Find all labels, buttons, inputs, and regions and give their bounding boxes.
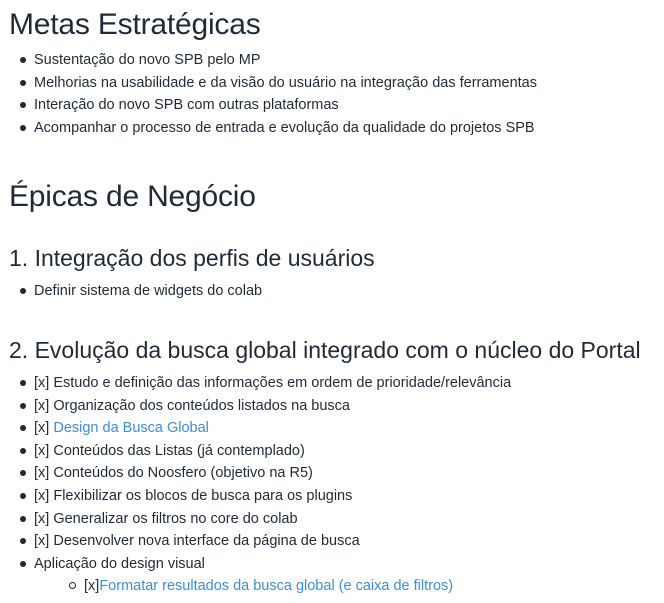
list-item: [x] Flexibilizar os blocos de busca para… — [9, 485, 664, 508]
list-item: [x] Conteúdos do Noosfero (objetivo na R… — [9, 462, 664, 485]
list-item: Acompanhar o processo de entrada e evolu… — [9, 117, 664, 140]
checkbox-marker: [x] — [84, 578, 100, 595]
heading-integracao-perfis: 1. Integração dos perfis de usuários — [9, 245, 375, 272]
list-item: [x] Generalizar os filtros no core do co… — [9, 508, 664, 531]
wiki-page: Metas Estratégicas Sustentação do novo S… — [0, 0, 664, 598]
list-item: [x] Organização dos conteúdos listados n… — [9, 395, 664, 418]
item-text: Flexibilizar os blocos de busca para os … — [53, 487, 353, 504]
list-item: Sustentação do novo SPB pelo MP — [9, 49, 664, 72]
checkbox-marker: [x] — [34, 442, 54, 459]
item-text: Desenvolver nova interface da página de … — [53, 533, 360, 550]
list-item: Aplicação do design visual [x]Formatar r… — [9, 553, 664, 598]
checkbox-marker: [x] — [34, 374, 54, 391]
checkbox-marker: [x] — [34, 465, 54, 482]
item-text: Conteúdos do Noosfero (objetivo na R5) — [53, 465, 313, 482]
item-text: Generalizar os filtros no core do colab — [53, 510, 298, 527]
checkbox-marker: [x] — [34, 487, 54, 504]
list-item: [x] Conteúdos das Listas (já contemplado… — [9, 440, 664, 463]
checkbox-marker: [x] — [34, 533, 54, 550]
integracao-list: Definir sistema de widgets do colab — [9, 280, 664, 303]
list-item: Definir sistema de widgets do colab — [9, 280, 664, 303]
item-text: Organização dos conteúdos listados na bu… — [53, 397, 350, 414]
item-text: Estudo e definição das informações em or… — [53, 374, 512, 391]
heading-epicas-de-negocio: Épicas de Negócio — [9, 180, 256, 214]
formatar-resultados-link[interactable]: Formatar resultados da busca global (e c… — [99, 578, 453, 594]
list-item: [x] Design da Busca Global — [9, 417, 664, 440]
heading-evolucao-busca: 2. Evolução da busca global integrado co… — [9, 336, 641, 363]
list-item: [x] Estudo e definição das informações e… — [9, 372, 664, 395]
checkbox-marker: [x] — [34, 397, 54, 414]
evolucao-list: [x] Estudo e definição das informações e… — [9, 372, 664, 598]
sub-list-item: [x]Formatar resultados da busca global (… — [34, 575, 664, 598]
design-busca-global-link[interactable]: Design da Busca Global — [53, 420, 209, 436]
design-visual-sublist: [x]Formatar resultados da busca global (… — [34, 575, 664, 598]
list-item: Melhorias na usabilidade e da visão do u… — [9, 72, 664, 95]
metas-list: Sustentação do novo SPB pelo MP Melhoria… — [9, 49, 664, 139]
item-text: Aplicação do design visual — [34, 555, 205, 572]
list-item: [x] Desenvolver nova interface da página… — [9, 530, 664, 553]
item-text: Conteúdos das Listas (já contemplado) — [53, 442, 305, 459]
checkbox-marker: [x] — [34, 510, 54, 527]
checkbox-marker: [x] — [34, 420, 54, 437]
list-item: Interação do novo SPB com outras platafo… — [9, 94, 664, 117]
heading-metas-estrategicas: Metas Estratégicas — [9, 8, 261, 41]
